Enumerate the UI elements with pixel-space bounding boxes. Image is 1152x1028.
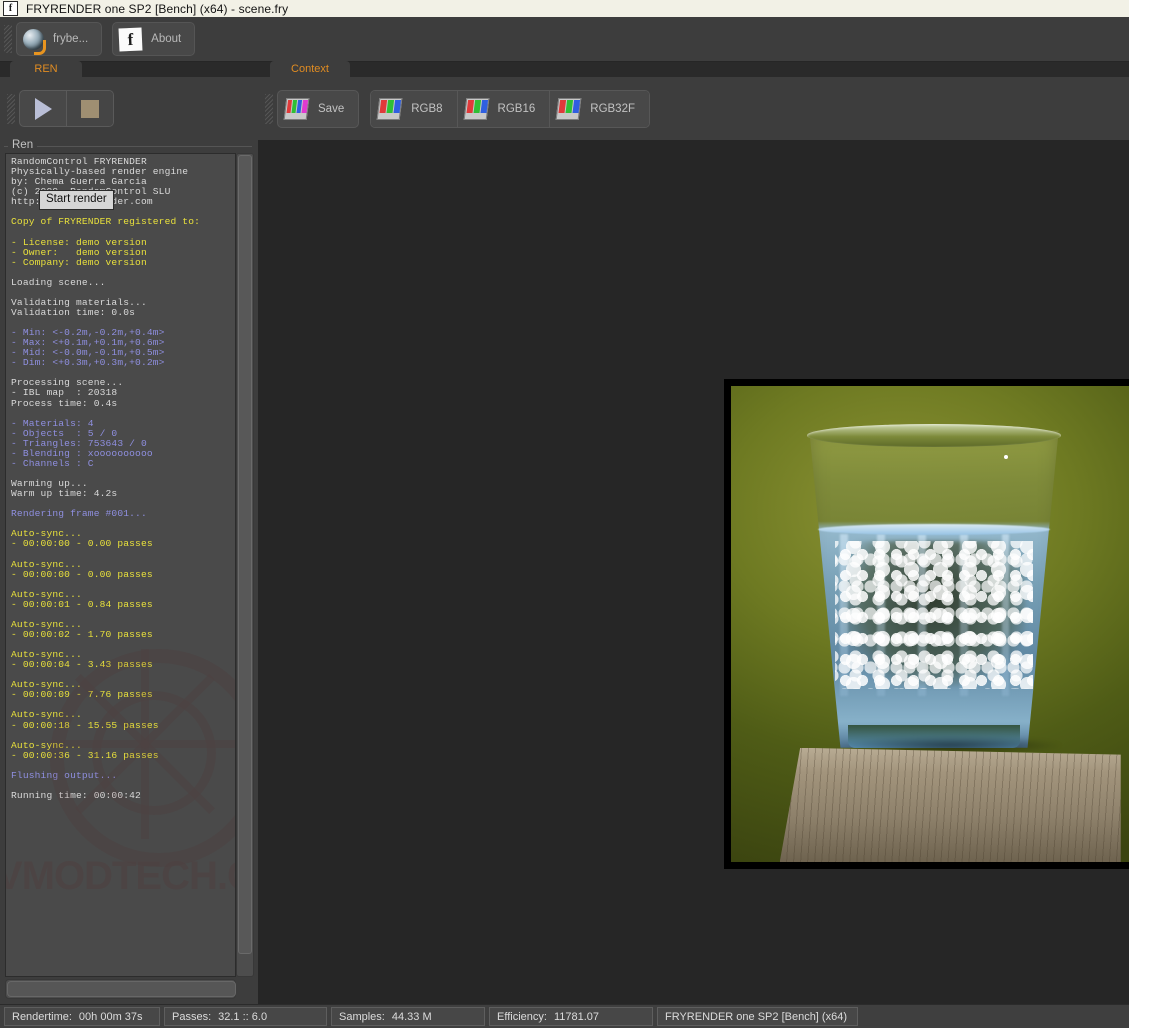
console-line: - Dim: <+0.3m,+0.3m,+0.2m> [11,357,165,368]
console-line: - 00:00:36 - 31.16 passes [11,750,159,761]
status-efficiency-value: 11781.07 [554,1011,599,1023]
wooden-post [780,748,1121,862]
console-horizontal-scrollbar[interactable] [5,979,236,999]
about-button[interactable]: f About [112,22,195,56]
status-appname: FRYRENDER one SP2 [Bench] (x64) [657,1007,858,1026]
tab-ren-label: REN [34,63,57,75]
stop-icon [81,100,99,118]
toolbar-grip[interactable] [4,25,12,53]
render-log-fieldset: Ren RandomControl FRYRENDER Physically-b… [0,140,258,1005]
status-samples: Samples: 44.33 M [331,1007,485,1026]
play-icon [35,98,52,120]
render-controls-grip[interactable] [7,94,15,124]
render-viewport[interactable] [258,140,1129,1005]
rgb32f-button[interactable]: RGB32F [549,91,649,127]
tab-context-label: Context [291,63,329,75]
render-scene [731,386,1129,862]
console-line: Validation time: 0.0s [11,307,135,318]
rgb32f-button-label: RGB32F [590,103,635,115]
status-rendertime-value: 00h 00m 37s [79,1011,143,1023]
console-vertical-scroll-thumb[interactable] [238,155,252,954]
status-bar: Rendertime: 00h 00m 37s Passes: 32.1 :: 6.0… [0,1004,1129,1028]
status-rendertime: Rendertime: 00h 00m 37s [4,1007,160,1026]
rgb16-button[interactable]: RGB16 [457,91,550,127]
status-passes-value: 32.1 :: 6.0 [218,1011,267,1023]
left-tab-row: REN [0,61,258,77]
console-line: - Company: demo version [11,257,147,268]
console-line: Copy of FRYRENDER registered to: [11,216,200,227]
context-toolbar: Save RGB8 RGB16 [258,77,1129,141]
status-efficiency: Efficiency: 11781.07 [489,1007,653,1026]
frybench-button-label: frybe... [53,33,88,45]
color-swatch-icon [556,98,582,120]
rgb16-button-label: RGB16 [498,103,536,115]
rgb8-button-label: RGB8 [411,103,442,115]
save-button[interactable]: Save [277,90,359,128]
console-line: Running time: 00:00:42 [11,790,141,801]
tab-ren[interactable]: REN [10,61,82,77]
application-window: f FRYRENDER one SP2 [Bench] (x64) - scen… [0,0,1129,1028]
context-panel: Context Save RGB8 [258,61,1129,1005]
console-line: Flushing output... [11,770,117,781]
status-passes: Passes: 32.1 :: 6.0 [164,1007,327,1026]
render-console-text: RandomControl FRYRENDER Physically-based… [11,157,235,801]
fieldset-label: Ren [8,139,37,151]
console-vertical-scrollbar[interactable] [236,153,254,977]
render-console-content: RandomControl FRYRENDER Physically-based… [6,154,235,976]
stop-render-button[interactable] [66,91,113,126]
console-line: Rendering frame #001... [11,508,147,519]
frybench-button[interactable]: frybe... [16,22,102,56]
tab-context[interactable]: Context [270,61,350,77]
color-swatch-icon [463,98,489,120]
glass-object [804,424,1064,748]
color-swatch-icon [284,98,310,120]
console-line: Warm up time: 4.2s [11,488,117,499]
save-button-label: Save [318,103,344,115]
water-bubbles [835,541,1032,690]
main-content: REN Ren Random [0,61,1129,1005]
console-line: Process time: 0.4s [11,398,117,409]
about-button-label: About [151,33,181,45]
console-line: - 00:00:18 - 15.55 passes [11,720,159,731]
rgb8-button[interactable]: RGB8 [371,91,456,127]
glass-rim [807,424,1062,447]
start-render-button[interactable] [20,91,66,126]
status-efficiency-label: Efficiency: [497,1011,547,1023]
main-toolbar: frybe... f About [0,17,1129,62]
status-rendertime-label: Rendertime: [12,1011,72,1023]
start-render-tooltip: Start render [39,190,114,210]
window-title: FRYRENDER one SP2 [Bench] (x64) - scene.… [26,2,288,16]
status-appname-value: FRYRENDER one SP2 [Bench] (x64) [665,1011,847,1023]
wood-grain [780,748,1121,862]
console-line: Loading scene... [11,277,106,288]
render-console[interactable]: RandomControl FRYRENDER Physically-based… [5,153,236,977]
color-swatch-icon [377,98,403,120]
globe-key-icon [23,29,44,50]
context-toolbar-grip[interactable] [265,94,273,124]
fieldset-divider [4,146,252,147]
console-line: - 00:00:02 - 1.70 passes [11,629,153,640]
render-preview-image[interactable] [724,379,1129,869]
fryrender-app-icon: f [3,1,18,16]
status-passes-label: Passes: [172,1011,211,1023]
console-horizontal-scroll-thumb[interactable] [7,981,236,997]
console-line: - Channels : C [11,458,94,469]
console-line: - 00:00:00 - 0.00 passes [11,538,153,549]
render-control-group [19,90,114,127]
title-bar: f FRYRENDER one SP2 [Bench] (x64) - scen… [0,0,1129,17]
console-line: - 00:00:01 - 0.84 passes [11,599,153,610]
bit-depth-group: RGB8 RGB16 RGB32F [370,90,650,128]
console-line: - 00:00:09 - 7.76 passes [11,689,153,700]
console-line: - 00:00:00 - 0.00 passes [11,569,153,580]
render-controls [0,77,258,140]
status-samples-value: 44.33 M [392,1011,432,1023]
right-tab-row: Context [258,61,1129,77]
status-samples-label: Samples: [339,1011,385,1023]
console-line: - 00:00:04 - 3.43 passes [11,659,153,670]
rim-highlight [1004,455,1008,459]
fryrender-f-icon: f [119,27,143,51]
